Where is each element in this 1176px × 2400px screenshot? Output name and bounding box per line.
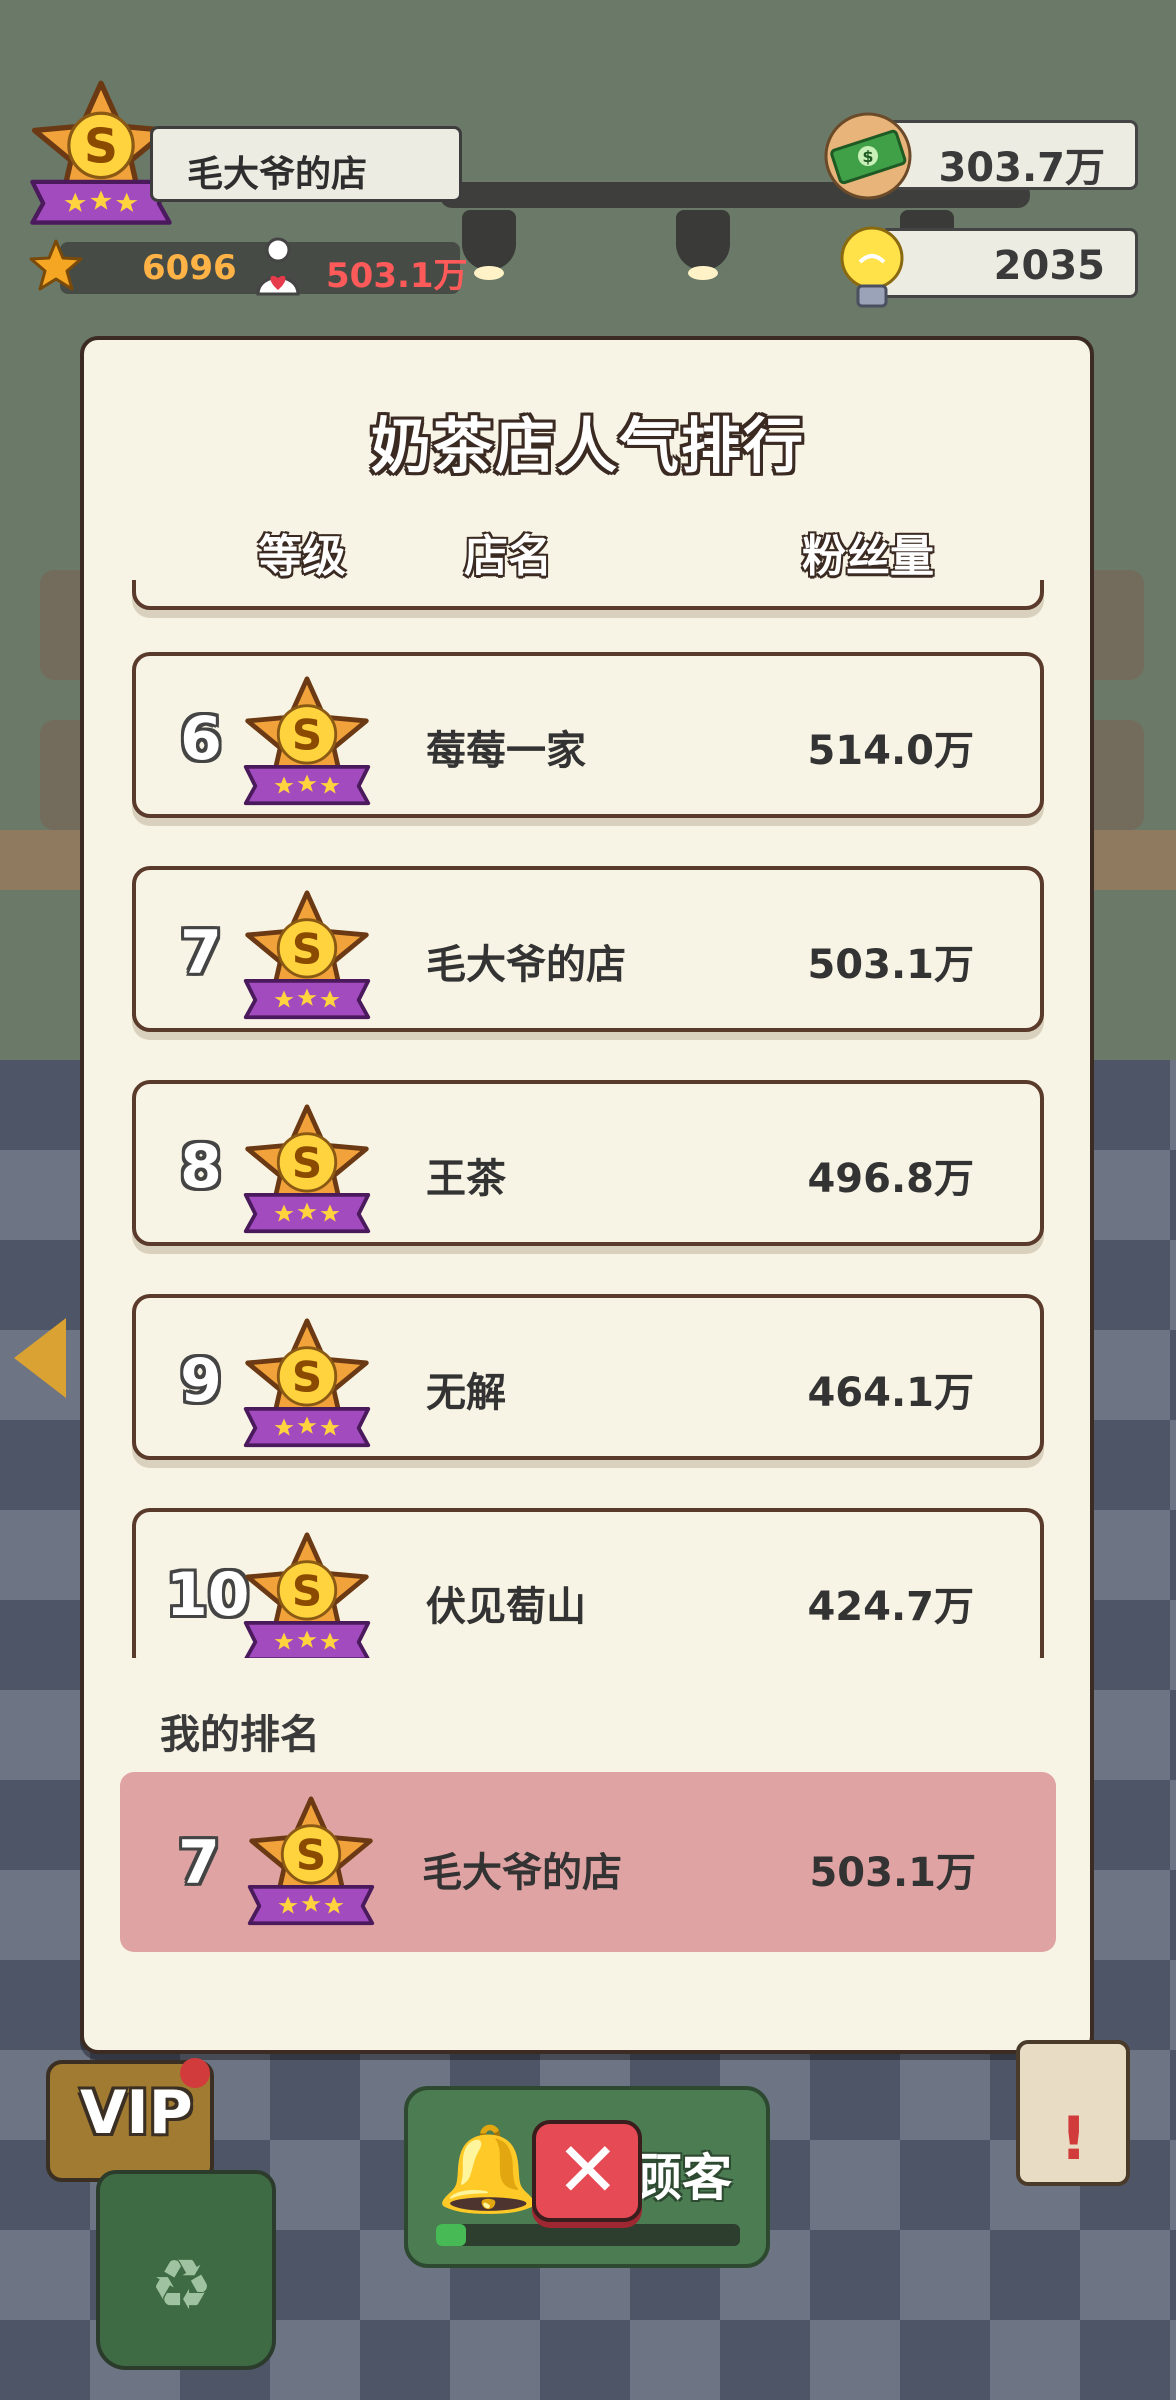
fan-count: 464.1万: [807, 1370, 974, 1416]
call-customer-label: 顾客: [632, 2149, 732, 2207]
alert-icon: !: [1060, 2104, 1088, 2174]
grade-s-badge-icon: [240, 1316, 374, 1452]
rank-number: 9: [180, 1346, 222, 1416]
call-progress-bar: [436, 2224, 740, 2246]
player-shop-name: 毛大爷的店: [187, 154, 368, 195]
grade-s-badge-icon: [244, 1794, 378, 1930]
call-progress-fill: [436, 2224, 467, 2246]
left-arrow-icon[interactable]: [14, 1318, 66, 1398]
rank-number: 10: [166, 1560, 250, 1630]
star-count: 6096: [142, 248, 237, 288]
ranking-row[interactable]: 8 王茶 496.8万: [132, 1080, 1044, 1246]
task-board-button[interactable]: !: [1016, 2040, 1130, 2186]
idea-counter[interactable]: 2035: [880, 228, 1138, 298]
ranking-row[interactable]: 7 毛大爷的店 503.1万: [132, 866, 1044, 1032]
column-header-name: 店名: [464, 531, 552, 582]
rank-number: 6: [180, 704, 222, 774]
star-icon: [29, 239, 83, 291]
grade-s-badge-icon: [240, 888, 374, 1024]
grade-s-badge-icon: [240, 674, 374, 810]
my-rank-row[interactable]: 7 毛大爷的店 503.1万: [120, 1772, 1056, 1952]
idea-value: 2035: [993, 243, 1105, 289]
recycle-icon: ♻: [150, 2244, 213, 2326]
grade-s-badge-icon: [240, 1530, 374, 1658]
fan-count: 503.1万: [809, 1850, 976, 1896]
fan-count: 503.1万: [326, 256, 468, 296]
rank-number: 7: [178, 1828, 220, 1898]
grade-s-badge-icon: [240, 1102, 374, 1238]
ranking-title: 奶茶店人气排行: [371, 412, 805, 482]
svg-text:$: $: [862, 147, 873, 166]
shop-name: 毛大爷的店: [422, 1850, 622, 1896]
vip-label: VIP: [80, 2078, 193, 2148]
fan-count: 503.1万: [807, 942, 974, 988]
fan-count: 496.8万: [807, 1156, 974, 1202]
rank-number: 8: [180, 1132, 222, 1202]
ranking-list[interactable]: 6 莓莓一家 514.0万 7 毛大爷的店 503.1万 8 王茶 496.8万…: [100, 580, 1080, 1658]
cash-icon: $: [824, 112, 912, 200]
fan-count: 514.0万: [807, 728, 974, 774]
player-shop-name-box[interactable]: 毛大爷的店: [150, 126, 462, 202]
ceiling-lamp: [462, 210, 516, 280]
bell-icon: 🔔: [436, 2120, 541, 2218]
shop-name: 伏见萄山: [426, 1584, 586, 1630]
close-button[interactable]: ✕: [532, 2120, 642, 2222]
my-rank-label: 我的排名: [160, 1712, 320, 1758]
rank-number: 7: [180, 918, 222, 988]
ranking-row[interactable]: 6 莓莓一家 514.0万: [132, 652, 1044, 818]
ranking-row[interactable]: 10 伏见萄山 424.7万: [132, 1508, 1044, 1658]
shop-name: 王茶: [426, 1156, 506, 1202]
lightbulb-icon: [840, 226, 904, 308]
shop-name: 无解: [426, 1370, 506, 1416]
fan-heart-icon: [256, 237, 300, 296]
cash-value: 303.7万: [938, 145, 1105, 191]
recycle-bin[interactable]: ♻: [96, 2170, 276, 2370]
shop-name: 毛大爷的店: [426, 942, 626, 988]
ranking-row[interactable]: 9 无解 464.1万: [132, 1294, 1044, 1460]
shop-name: 莓莓一家: [426, 728, 586, 774]
cash-counter[interactable]: 303.7万: [880, 120, 1138, 191]
column-header-fans: 粉丝量: [802, 531, 934, 582]
ranking-row-partial: [132, 580, 1044, 610]
column-header-level: 等级: [258, 531, 346, 582]
ceiling-lamp: [676, 210, 730, 280]
notification-dot: [180, 2058, 210, 2088]
close-icon: ✕: [556, 2125, 620, 2214]
fan-count: 424.7万: [807, 1584, 974, 1630]
